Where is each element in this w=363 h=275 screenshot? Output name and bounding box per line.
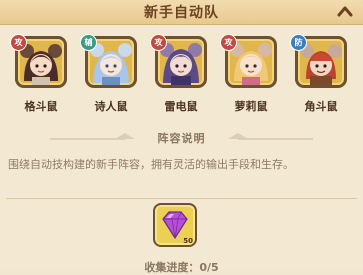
reward-slot[interactable]: 50 bbox=[153, 203, 197, 247]
collection-progress: 收集进度：0/5 bbox=[144, 261, 219, 274]
role-badge: 辅 bbox=[80, 34, 97, 51]
role-badge: 攻 bbox=[150, 34, 167, 51]
lineup-description: 围绕自动技构建的新手阵容，拥有灵活的输出手段和生存。 bbox=[8, 158, 294, 171]
member-name: 诗人鼠 bbox=[94, 100, 128, 113]
member-card[interactable]: 辅 诗人鼠 bbox=[80, 34, 140, 113]
reward-count: 50 bbox=[183, 237, 193, 245]
panel-header: 新手自动队 bbox=[0, 0, 363, 25]
section-title: 阵容说明 bbox=[157, 132, 206, 145]
member-card[interactable]: 防 角斗鼠 bbox=[290, 34, 350, 113]
chevron-up-icon[interactable] bbox=[337, 4, 353, 18]
member-card[interactable]: 攻 雷电鼠 bbox=[150, 34, 210, 113]
member-card[interactable]: 攻 萝莉鼠 bbox=[220, 34, 280, 113]
member-name: 萝莉鼠 bbox=[234, 100, 268, 113]
divider bbox=[6, 198, 357, 199]
role-badge: 攻 bbox=[220, 34, 237, 51]
member-card[interactable]: 攻 格斗鼠 bbox=[10, 34, 70, 113]
member-name: 格斗鼠 bbox=[24, 100, 58, 113]
role-badge: 攻 bbox=[10, 34, 27, 51]
member-name: 角斗鼠 bbox=[304, 100, 338, 113]
team-panel: 新手自动队 攻 格斗鼠 辅 诗人鼠 攻 雷电鼠 攻 萝莉鼠 防 角斗鼠 阵容说明… bbox=[0, 0, 363, 274]
member-name: 雷电鼠 bbox=[164, 100, 198, 113]
panel-title: 新手自动队 bbox=[144, 5, 219, 21]
member-list: 攻 格斗鼠 辅 诗人鼠 攻 雷电鼠 攻 萝莉鼠 防 角斗鼠 bbox=[0, 34, 363, 113]
role-badge: 防 bbox=[290, 34, 307, 51]
